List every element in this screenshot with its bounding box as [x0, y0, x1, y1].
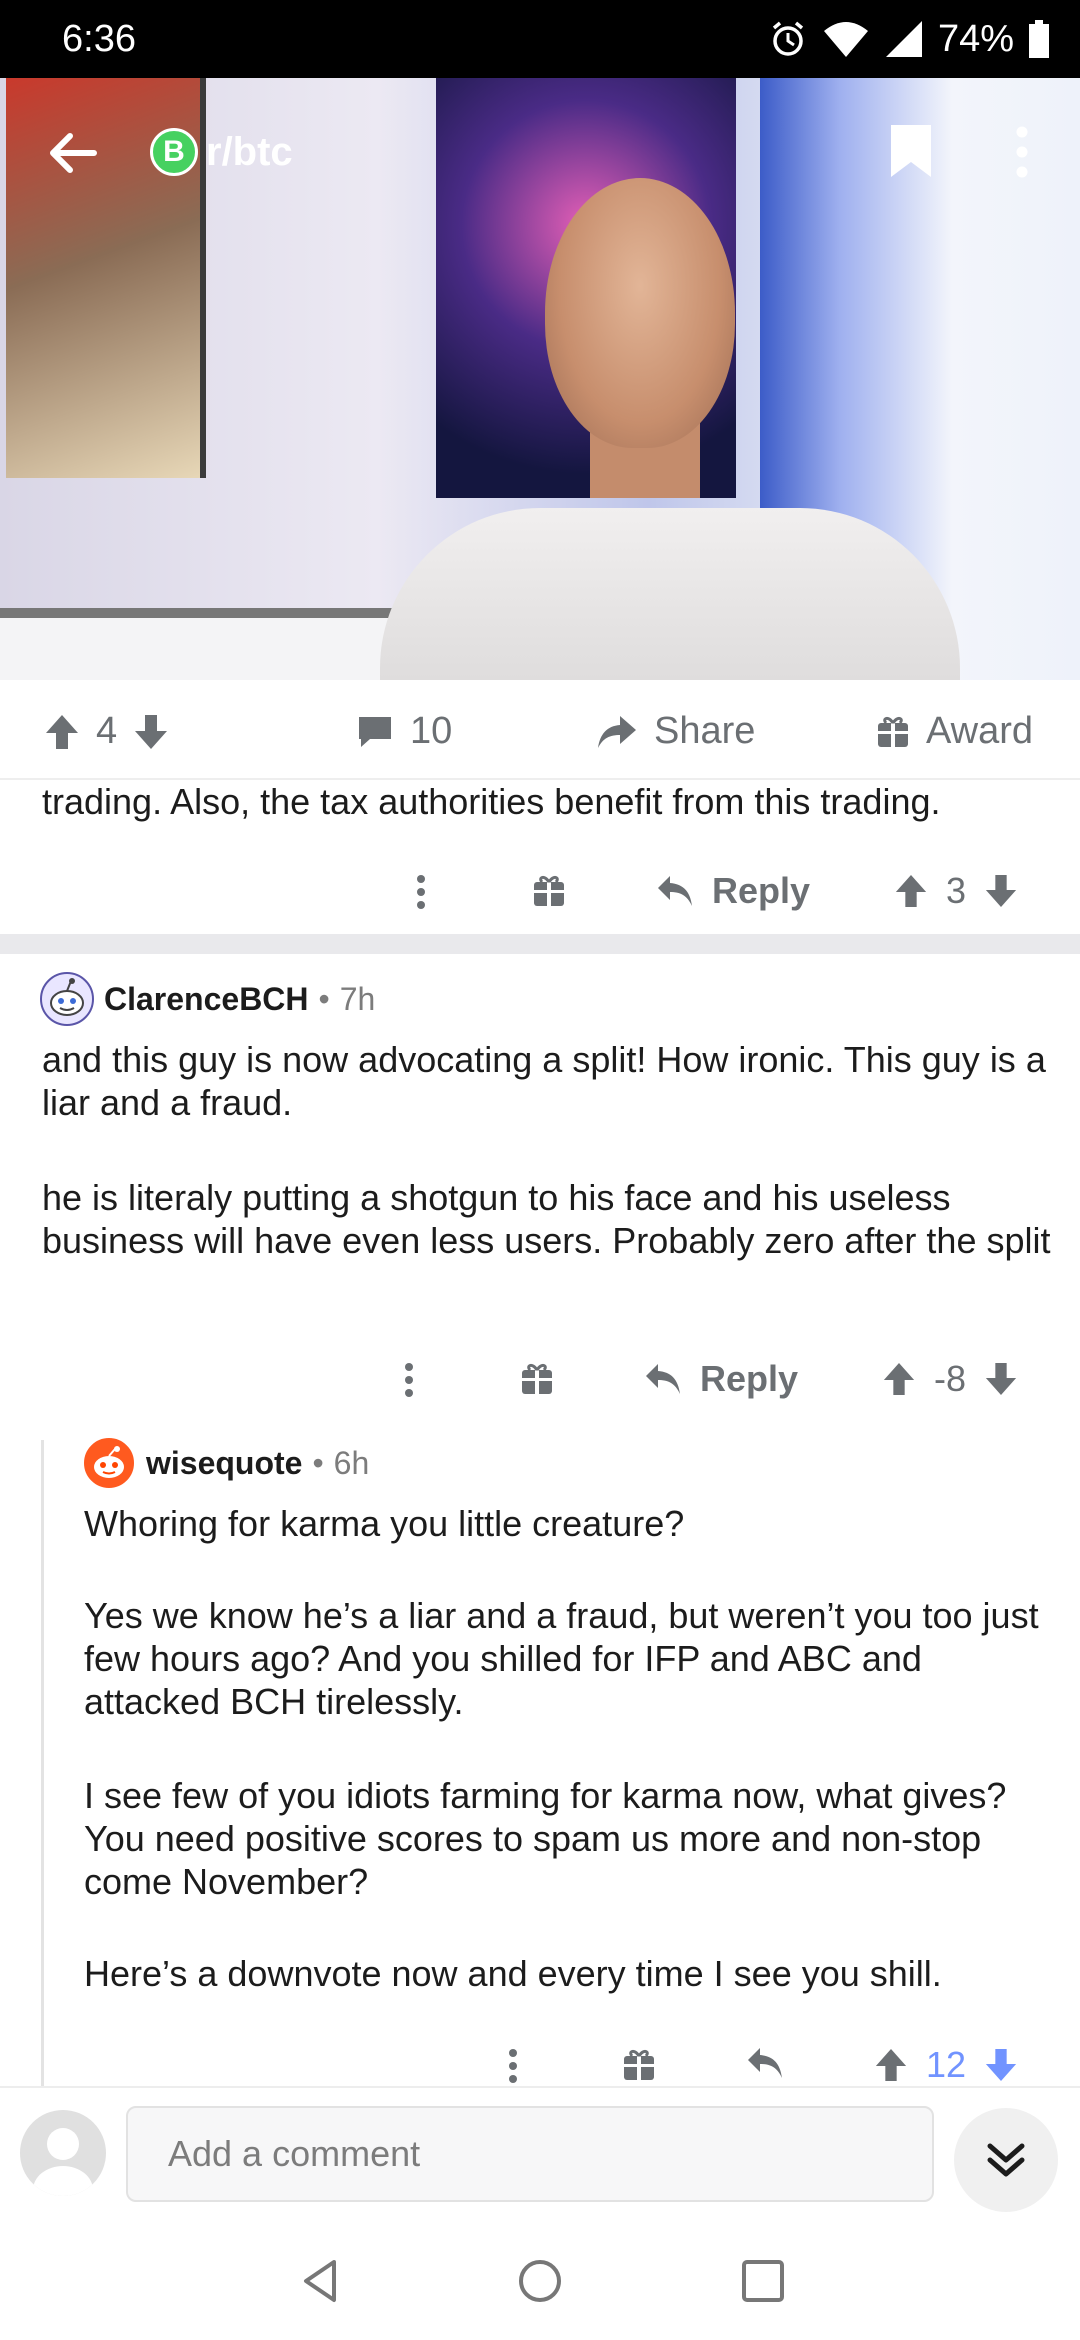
more-vert-icon[interactable] — [404, 1362, 414, 1398]
comment-body: trading. Also, the tax authorities benef… — [42, 781, 941, 822]
award-button[interactable]: Award — [876, 710, 1033, 753]
add-comment-input[interactable]: Add a comment — [126, 2106, 934, 2202]
system-nav-bar — [0, 2216, 1080, 2340]
comments-area: trading. Also, the tax authorities benef… — [0, 780, 1080, 2086]
comment-separator: • — [318, 980, 330, 1017]
gift-icon — [878, 716, 908, 747]
comment-icon — [359, 716, 391, 747]
wifi-icon — [823, 22, 868, 57]
downvote-icon[interactable] — [984, 873, 1018, 909]
comment-actions: Reply -8 — [0, 1340, 1080, 1420]
nav-recents-icon[interactable] — [738, 2256, 788, 2306]
status-icons: 74% — [768, 18, 1050, 61]
double-chevron-down-icon — [987, 2143, 1025, 2177]
alarm-icon — [772, 21, 804, 56]
post-score: 4 — [96, 710, 118, 752]
comment-separator: • — [312, 1444, 324, 1481]
share-button[interactable]: Share — [596, 710, 755, 753]
comment-paragraph: Yes we know he’s a liar and a fraud, but… — [84, 1595, 1039, 1722]
comment-paragraph: Whoring for karma you little creature? — [84, 1503, 685, 1544]
comment-actions: Reply 3 — [0, 852, 1080, 932]
snoo-avatar-icon — [94, 1446, 124, 1478]
comment-age: 7h — [339, 980, 376, 1017]
subreddit-link[interactable]: B r/btc — [150, 128, 293, 176]
comment-vote: 12 — [874, 2044, 1018, 2086]
downvote-icon[interactable] — [984, 2047, 1018, 2083]
signal-icon — [885, 21, 922, 57]
comment-age: 6h — [333, 1444, 370, 1481]
comment-username[interactable]: ClarenceBCH — [104, 981, 309, 1018]
avatar[interactable] — [82, 1436, 136, 1490]
comment-score: -8 — [934, 1358, 967, 1399]
reply-label: Reply — [712, 870, 811, 911]
reply-icon — [658, 876, 692, 906]
reply-label: Reply — [700, 1358, 799, 1399]
avatar[interactable] — [20, 2110, 106, 2196]
upvote-icon[interactable] — [874, 2047, 908, 2083]
post-vote: 4 — [44, 710, 169, 753]
comment-username[interactable]: wisequote — [146, 1445, 302, 1482]
gift-icon[interactable] — [520, 1362, 554, 1396]
comment-divider — [0, 934, 1080, 954]
status-time: 6:36 — [62, 17, 136, 60]
nav-back-icon[interactable] — [296, 2256, 346, 2306]
status-bar: 6:36 74% — [0, 0, 1080, 78]
comment-paragraph: I see few of you idiots farming for karm… — [84, 1775, 1007, 1902]
bookmark-icon[interactable] — [888, 122, 934, 180]
comment-header: ClarenceBCH • 7h — [40, 972, 375, 1026]
upvote-icon[interactable] — [882, 1361, 916, 1397]
comment-score: 3 — [946, 870, 967, 911]
gift-icon[interactable] — [532, 874, 566, 908]
downvote-icon[interactable] — [984, 1361, 1018, 1397]
collapse-button[interactable] — [954, 2108, 1058, 2212]
avatar[interactable] — [40, 972, 94, 1026]
award-label: Award — [926, 710, 1034, 752]
gift-icon[interactable] — [622, 2048, 656, 2082]
upvote-icon[interactable] — [894, 873, 928, 909]
nav-home-icon[interactable] — [515, 2256, 565, 2306]
reply-icon[interactable] — [746, 2046, 784, 2080]
thread-line[interactable] — [41, 1440, 44, 2086]
comment-score: 12 — [926, 2044, 967, 2085]
post-header: B r/btc — [0, 78, 1080, 228]
more-vert-icon[interactable] — [508, 2048, 518, 2084]
upvote-icon[interactable] — [44, 713, 80, 751]
comment-composer-bar: Add a comment — [0, 2086, 1080, 2216]
back-arrow-icon[interactable] — [44, 124, 102, 182]
background-shelf — [0, 608, 420, 680]
comment-paragraph: Here’s a downvote now and every time I s… — [84, 1953, 942, 1994]
comment-vote: -8 — [882, 1358, 1018, 1400]
post-action-bar: 4 10 Share Award — [0, 680, 1080, 780]
reply-icon — [646, 1364, 680, 1394]
battery-icon — [1029, 20, 1049, 58]
more-vert-icon[interactable] — [416, 874, 426, 910]
bitcoin-icon: B — [150, 128, 198, 176]
comment-count: 10 — [410, 710, 453, 752]
comment-paragraph: and this guy is now advocating a split! … — [42, 1039, 1046, 1123]
comment-vote: 3 — [894, 870, 1018, 912]
snoo-avatar-icon — [50, 978, 84, 1016]
reply-button[interactable]: Reply — [656, 870, 810, 912]
comment-paragraph: he is literaly putting a shotgun to his … — [42, 1177, 1051, 1261]
downvote-icon[interactable] — [133, 713, 169, 751]
share-icon — [598, 715, 636, 748]
reply-button[interactable]: Reply — [644, 1358, 798, 1400]
person-shirt — [380, 508, 960, 680]
battery-percent: 74% — [937, 17, 1014, 60]
subreddit-name: r/btc — [206, 129, 293, 174]
user-placeholder-icon — [33, 2128, 93, 2196]
comment-header: wisequote • 6h — [82, 1436, 369, 1490]
share-label: Share — [654, 710, 756, 752]
comments-button[interactable]: 10 — [356, 710, 452, 753]
more-vert-icon[interactable] — [1012, 124, 1032, 180]
comment-actions: 12 — [0, 2026, 1080, 2086]
